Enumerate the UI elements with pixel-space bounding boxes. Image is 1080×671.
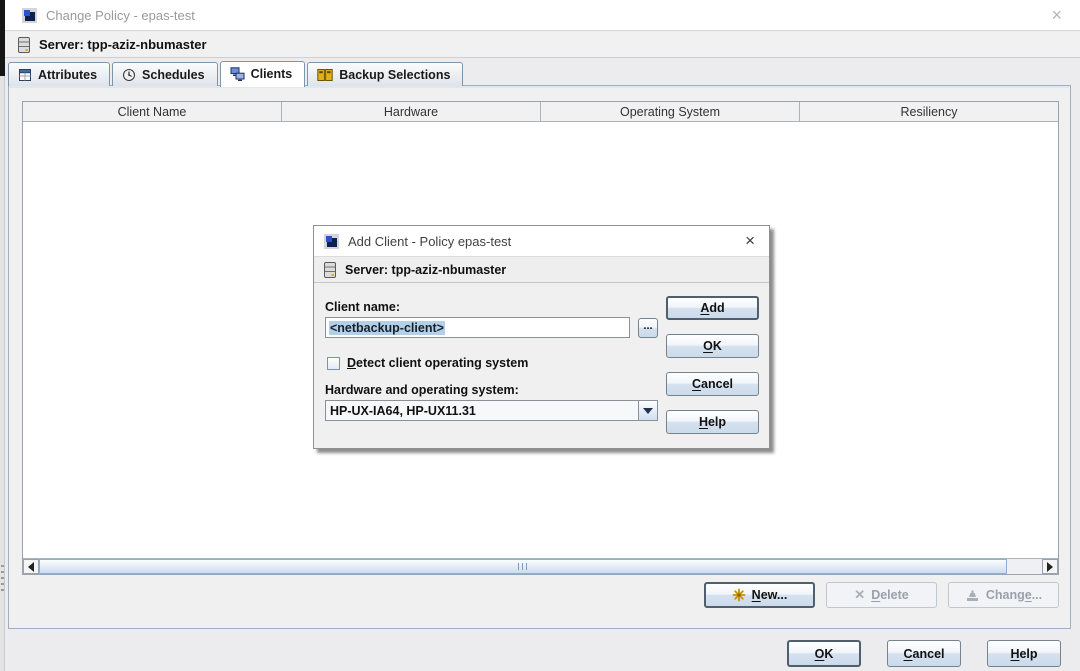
cancel-button[interactable]: Cancel xyxy=(887,640,961,667)
cancel-label: Cancel xyxy=(904,647,945,661)
dialog-title: Add Client - Policy epas-test xyxy=(348,234,511,249)
new-button-label: New... xyxy=(752,588,788,602)
server-icon xyxy=(18,37,31,53)
change-button-label: Change... xyxy=(986,588,1042,602)
browse-button[interactable]: ... xyxy=(638,318,658,338)
schedules-clock-icon xyxy=(122,68,136,82)
delete-x-icon: ✕ xyxy=(854,587,865,603)
attributes-table-icon xyxy=(18,68,32,82)
client-name-input[interactable]: <netbackup-client> xyxy=(325,317,630,338)
triangle-down-glyph xyxy=(643,408,653,414)
dialog-help-button[interactable]: Help xyxy=(666,410,759,434)
client-name-label: Client name: xyxy=(325,300,400,314)
delete-button-label: Delete xyxy=(871,588,909,602)
new-starburst-icon xyxy=(732,588,746,602)
ok-button[interactable]: OK xyxy=(787,640,861,667)
scroll-right-button[interactable] xyxy=(1042,559,1058,574)
client-name-value: <netbackup-client> xyxy=(329,321,445,335)
triangle-left-icon xyxy=(28,562,34,572)
add-client-dialog: Add Client - Policy epas-test × Server: … xyxy=(313,225,770,449)
tabs: Attributes Schedules Clients Backup Sele… xyxy=(8,60,463,86)
help-button[interactable]: Help xyxy=(987,640,1061,667)
change-stamp-icon xyxy=(965,589,980,602)
dialog-ok-label: OK xyxy=(703,339,722,353)
tab-attributes[interactable]: Attributes xyxy=(8,62,110,86)
background-window-scrollbar[interactable] xyxy=(0,76,5,671)
detect-os-label: Detect client operating system xyxy=(347,356,528,370)
window-title: Change Policy - epas-test xyxy=(46,8,195,23)
dialog-titlebar: Add Client - Policy epas-test × xyxy=(314,226,769,257)
client-action-buttons: New... ✕ Delete Change... xyxy=(704,582,1059,608)
dialog-cancel-button[interactable]: Cancel xyxy=(666,372,759,396)
dialog-body: Client name: <netbackup-client> ... Dete… xyxy=(314,283,769,447)
server-icon xyxy=(324,262,337,278)
netbackup-app-icon xyxy=(324,234,339,249)
netbackup-app-icon xyxy=(22,8,37,23)
column-header-operating-system[interactable]: Operating System xyxy=(541,102,800,121)
scrollbar-track[interactable] xyxy=(39,559,1042,574)
add-button[interactable]: Add xyxy=(666,296,759,320)
triangle-right-icon xyxy=(1047,562,1053,572)
help-label: Help xyxy=(1010,647,1037,661)
backup-selections-icon xyxy=(317,68,333,82)
dialog-server-bar: Server: tpp-aziz-nbumaster xyxy=(314,257,769,283)
dialog-cancel-label: Cancel xyxy=(692,377,733,391)
tab-schedules[interactable]: Schedules xyxy=(112,62,218,86)
dialog-server-label: Server: tpp-aziz-nbumaster xyxy=(345,263,506,277)
tab-label: Clients xyxy=(251,67,293,81)
server-label: Server: tpp-aziz-nbumaster xyxy=(39,37,207,52)
clients-computers-icon xyxy=(230,67,245,81)
new-button[interactable]: New... xyxy=(704,582,815,608)
column-header-resiliency[interactable]: Resiliency xyxy=(800,102,1058,121)
ok-label: OK xyxy=(815,647,834,661)
dialog-close-icon[interactable]: × xyxy=(741,232,759,250)
window-footer: OK Cancel Help xyxy=(0,640,1080,667)
dialog-help-label: Help xyxy=(699,415,726,429)
table-header-row: Client Name Hardware Operating System Re… xyxy=(23,102,1058,122)
chevron-down-icon[interactable] xyxy=(638,401,657,420)
tab-backup-selections[interactable]: Backup Selections xyxy=(307,62,463,86)
window-titlebar: Change Policy - epas-test × xyxy=(5,0,1080,31)
tab-label: Backup Selections xyxy=(339,68,450,82)
column-header-hardware[interactable]: Hardware xyxy=(282,102,541,121)
scroll-left-button[interactable] xyxy=(23,559,39,574)
column-header-client-name[interactable]: Client Name xyxy=(23,102,282,121)
tab-label: Schedules xyxy=(142,68,205,82)
server-bar: Server: tpp-aziz-nbumaster xyxy=(5,32,1080,58)
add-label: Add xyxy=(700,301,724,315)
tab-clients[interactable]: Clients xyxy=(220,61,306,87)
scrollbar-thumb[interactable] xyxy=(39,559,1007,574)
close-icon[interactable]: × xyxy=(1047,6,1066,24)
detect-os-checkbox[interactable] xyxy=(327,357,340,370)
change-button[interactable]: Change... xyxy=(948,582,1059,608)
horizontal-scrollbar[interactable] xyxy=(23,558,1058,574)
delete-button[interactable]: ✕ Delete xyxy=(826,582,937,608)
dialog-ok-button[interactable]: OK xyxy=(666,334,759,358)
tab-label: Attributes xyxy=(38,68,97,82)
hardware-os-label: Hardware and operating system: xyxy=(325,383,519,397)
hardware-os-value: HP-UX-IA64, HP-UX11.31 xyxy=(330,404,476,418)
hardware-os-select[interactable]: HP-UX-IA64, HP-UX11.31 xyxy=(325,400,658,421)
